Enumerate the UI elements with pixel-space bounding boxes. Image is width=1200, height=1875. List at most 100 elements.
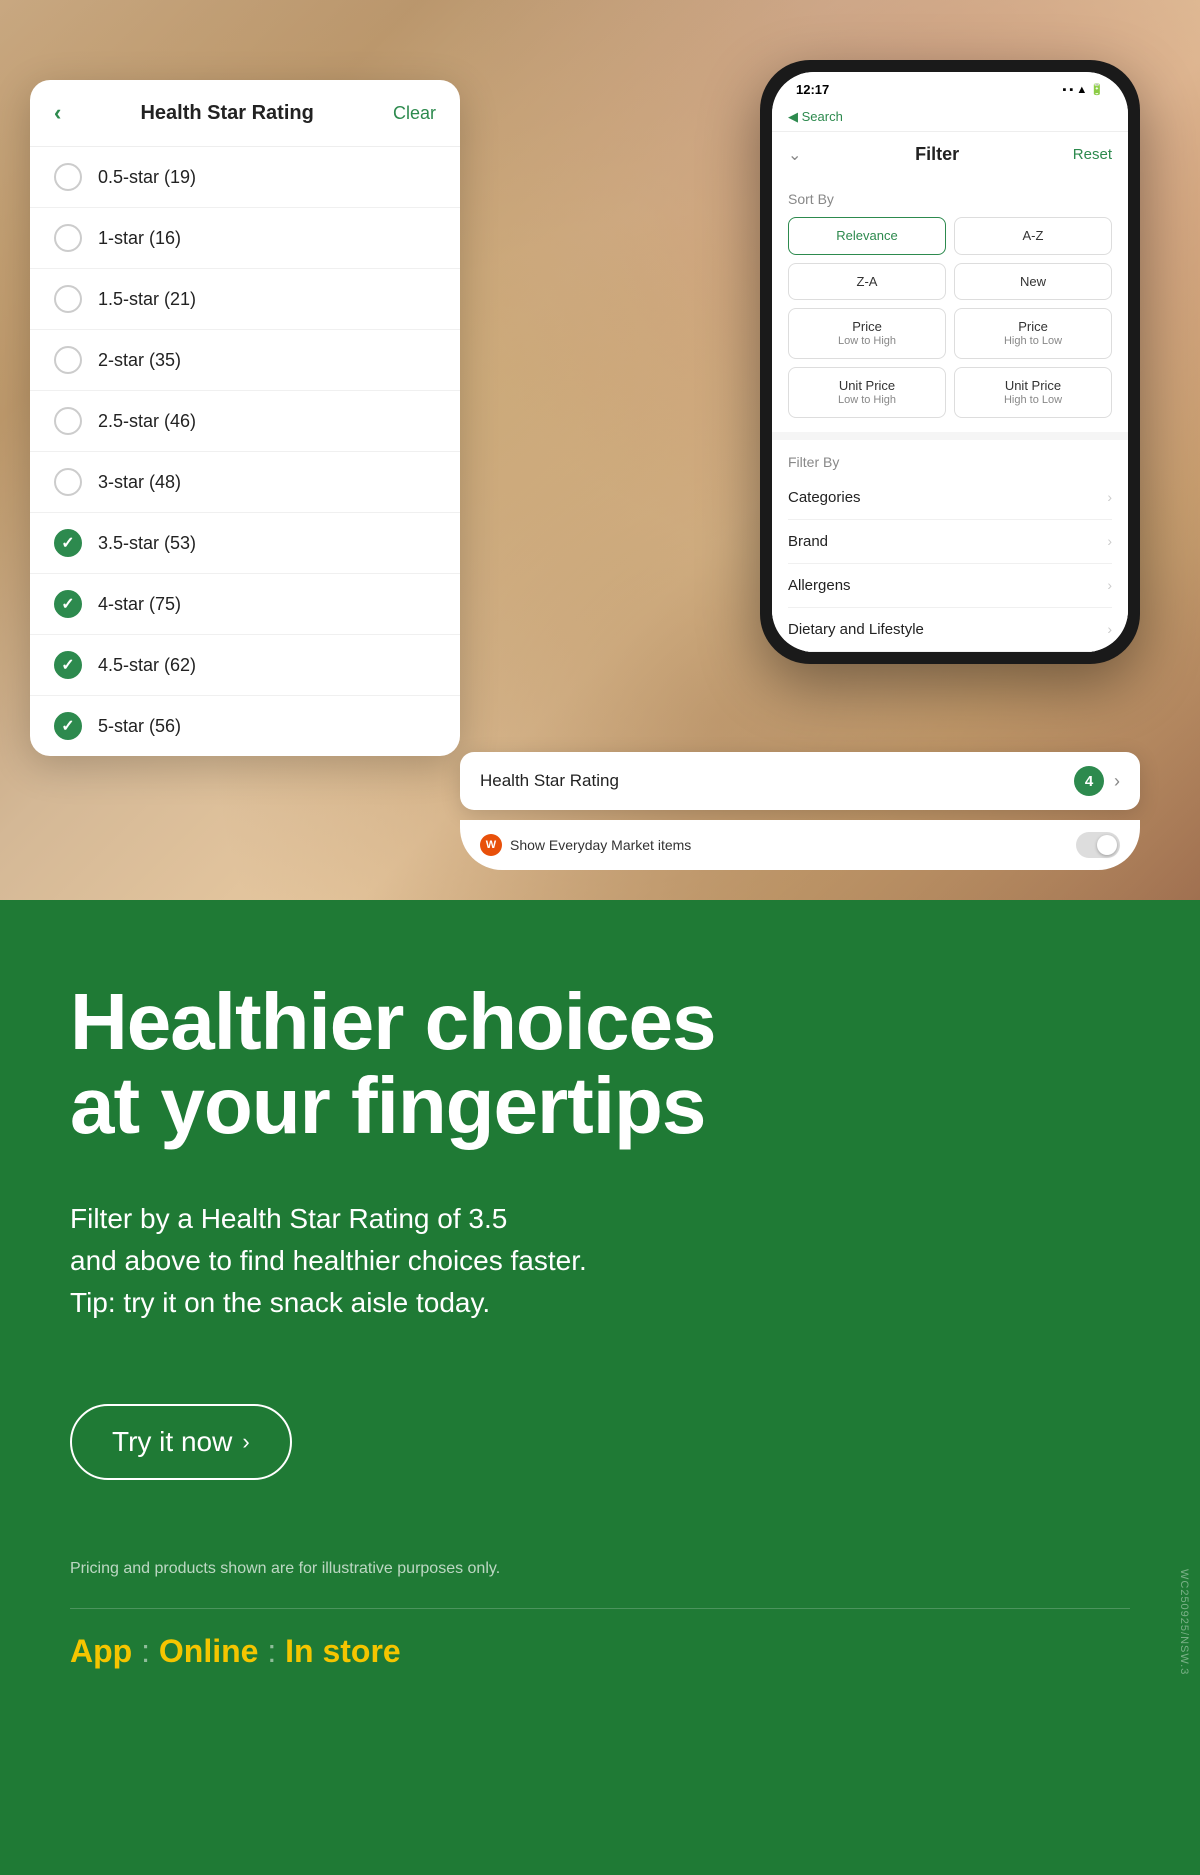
watermark: WC250925/NSW.3 (1178, 1569, 1190, 1675)
sub-text: Filter by a Health Star Rating of 3.5 an… (70, 1198, 770, 1324)
try-btn-chevron-icon: › (242, 1429, 249, 1455)
hsr-item-label: 4.5-star (62) (98, 655, 196, 676)
filter-reset-button[interactable]: Reset (1073, 146, 1112, 163)
everyday-market-toggle[interactable] (1076, 832, 1120, 858)
hsr-list-item[interactable]: 2.5-star (46) (30, 391, 460, 452)
hsr-item-label: 0.5-star (19) (98, 167, 196, 188)
hsr-list-item[interactable]: 5-star (56) (30, 696, 460, 756)
everyday-market-bar: W Show Everyday Market items (460, 820, 1140, 870)
hsr-radio[interactable] (54, 285, 82, 313)
subtext-line2: and above to find healthier choices fast… (70, 1245, 587, 1276)
filter-chevron-down-icon[interactable]: ⌄ (788, 145, 801, 165)
hsr-item-label: 3-star (48) (98, 472, 181, 493)
subtext-line3: Tip: try it on the snack aisle today. (70, 1287, 490, 1318)
footer-store: In store (285, 1633, 401, 1669)
sort-option-button[interactable]: PriceHigh to Low (954, 308, 1112, 359)
hsr-radio[interactable] (54, 651, 82, 679)
everyday-market-icon: W (480, 834, 502, 856)
everyday-left: W Show Everyday Market items (480, 834, 691, 856)
bottom-section: Healthier choices at your fingertips Fil… (0, 900, 1200, 1875)
sort-option-button[interactable]: Relevance (788, 217, 946, 255)
everyday-market-label: Show Everyday Market items (510, 837, 691, 853)
filter-option-label: Categories (788, 489, 861, 506)
sort-by-section: Sort By RelevanceA-ZZ-ANewPriceLow to Hi… (772, 177, 1128, 432)
hsr-item-label: 2.5-star (46) (98, 411, 196, 432)
hsr-radio[interactable] (54, 407, 82, 435)
filter-chevron-right-icon: › (1107, 489, 1112, 505)
hsr-clear-button[interactable]: Clear (393, 103, 436, 124)
hsr-list-item[interactable]: 3.5-star (53) (30, 513, 460, 574)
sort-option-button[interactable]: Z-A (788, 263, 946, 301)
filter-options: Categories›Brand›Allergens›Dietary and L… (788, 476, 1112, 652)
hsr-radio[interactable] (54, 590, 82, 618)
status-bar: 12:17 ▪ ▪ ▲ 🔋 (772, 72, 1128, 103)
back-icon[interactable]: ‹ (54, 100, 61, 126)
hsr-item-label: 5-star (56) (98, 716, 181, 737)
hsr-list: 0.5-star (19) 1-star (16) 1.5-star (21) 2-s… (30, 147, 460, 756)
filter-option-label: Dietary and Lifestyle (788, 621, 924, 638)
hsr-radio[interactable] (54, 346, 82, 374)
filter-option-row[interactable]: Dietary and Lifestyle › (788, 608, 1112, 652)
footer-app: App (70, 1633, 132, 1669)
filter-chevron-right-icon: › (1107, 533, 1112, 549)
sort-option-button[interactable]: Unit PriceHigh to Low (954, 367, 1112, 418)
filter-header: ⌄ Filter Reset (772, 132, 1128, 177)
footer-sep2: : (258, 1633, 285, 1669)
hsr-badge: 4 (1074, 766, 1104, 796)
filter-option-row[interactable]: Allergens › (788, 564, 1112, 608)
sort-option-button[interactable]: PriceLow to High (788, 308, 946, 359)
status-icons: ▪ ▪ ▲ 🔋 (1062, 83, 1104, 96)
filter-by-section: Filter By Categories›Brand›Allergens›Die… (772, 440, 1128, 652)
filter-by-label: Filter By (788, 454, 1112, 470)
hsr-card: ‹ Health Star Rating Clear 0.5-star (19)… (30, 80, 460, 756)
footer-online: Online (159, 1633, 259, 1669)
subtext-line1: Filter by a Health Star Rating of 3.5 (70, 1203, 507, 1234)
hsr-list-item[interactable]: 4.5-star (62) (30, 635, 460, 696)
hsr-bottom-bar[interactable]: Health Star Rating 4 › (460, 752, 1140, 810)
hsr-radio[interactable] (54, 468, 82, 496)
phone-screen: 12:17 ▪ ▪ ▲ 🔋 ◀ Search ⌄ Filter Reset So… (772, 72, 1128, 652)
filter-chevron-right-icon: › (1107, 621, 1112, 637)
filter-option-row[interactable]: Categories › (788, 476, 1112, 520)
filter-chevron-right-icon: › (1107, 577, 1112, 593)
hsr-bar-label: Health Star Rating (480, 771, 619, 791)
hsr-list-item[interactable]: 1.5-star (21) (30, 269, 460, 330)
sort-by-label: Sort By (788, 191, 1112, 207)
disclaimer-text: Pricing and products shown are for illus… (70, 1560, 1130, 1578)
hsr-item-label: 4-star (75) (98, 594, 181, 615)
filter-title: Filter (915, 144, 959, 165)
hsr-list-item[interactable]: 4-star (75) (30, 574, 460, 635)
heading-line1: Healthier choices (70, 977, 716, 1066)
phone-mockup: 12:17 ▪ ▪ ▲ 🔋 ◀ Search ⌄ Filter Reset So… (760, 60, 1140, 664)
hsr-radio[interactable] (54, 712, 82, 740)
sort-option-button[interactable]: A-Z (954, 217, 1112, 255)
hsr-list-item[interactable]: 2-star (35) (30, 330, 460, 391)
filter-body: Sort By RelevanceA-ZZ-ANewPriceLow to Hi… (772, 177, 1128, 652)
hsr-list-item[interactable]: 3-star (48) (30, 452, 460, 513)
main-heading: Healthier choices at your fingertips (70, 980, 1130, 1148)
hsr-item-label: 2-star (35) (98, 350, 181, 371)
try-btn-label: Try it now (112, 1426, 232, 1458)
hsr-list-item[interactable]: 1-star (16) (30, 208, 460, 269)
hsr-radio[interactable] (54, 529, 82, 557)
toggle-knob (1097, 835, 1117, 855)
hsr-radio[interactable] (54, 163, 82, 191)
hsr-chevron-right-icon: › (1114, 771, 1120, 792)
hsr-item-label: 1.5-star (21) (98, 289, 196, 310)
hsr-card-title: Health Star Rating (140, 102, 313, 125)
sort-option-button[interactable]: Unit PriceLow to High (788, 367, 946, 418)
try-it-now-button[interactable]: Try it now › (70, 1404, 292, 1480)
sort-grid: RelevanceA-ZZ-ANewPriceLow to HighPriceH… (788, 217, 1112, 418)
app-footer: App : Online : In store (70, 1608, 1130, 1670)
heading-line2: at your fingertips (70, 1061, 705, 1150)
phone-back-bar[interactable]: ◀ Search (772, 103, 1128, 132)
hsr-list-item[interactable]: 0.5-star (19) (30, 147, 460, 208)
hsr-radio[interactable] (54, 224, 82, 252)
sort-option-button[interactable]: New (954, 263, 1112, 301)
filter-option-label: Allergens (788, 577, 851, 594)
filter-option-row[interactable]: Brand › (788, 520, 1112, 564)
hsr-card-header: ‹ Health Star Rating Clear (30, 80, 460, 147)
hsr-bar-right: 4 › (1074, 766, 1120, 796)
filter-option-label: Brand (788, 533, 828, 550)
footer-sep1: : (132, 1633, 159, 1669)
